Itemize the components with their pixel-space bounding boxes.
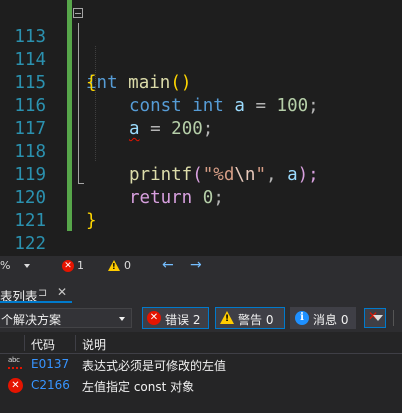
code-line[interactable]: 115 const int a = 100; bbox=[0, 49, 402, 116]
panel-tabstrip: 表列表 ⊐ ✕ bbox=[0, 276, 402, 306]
close-icon[interactable]: ✕ bbox=[57, 285, 67, 299]
scope-dropdown[interactable]: 个解决方案 bbox=[0, 308, 132, 328]
column-header-row: 代码 说明 bbox=[0, 332, 402, 354]
error-description: 表达式必须是可修改的左值 bbox=[82, 359, 227, 373]
collapse-icon[interactable] bbox=[73, 8, 83, 18]
error-count[interactable]: 1 bbox=[77, 259, 84, 272]
table-row[interactable]: abc E0137 表达式必须是可修改的左值 bbox=[0, 355, 402, 375]
code-line[interactable]: 122 bbox=[0, 210, 402, 254]
code-line[interactable]: 119 return 0; bbox=[0, 141, 402, 208]
spelling-abc-icon: abc bbox=[8, 356, 22, 371]
error-list-toolbar: 个解决方案 ✕ 错误 2 ! 警告 0 i 消息 0 ✕ bbox=[0, 306, 402, 332]
warning-count[interactable]: 0 bbox=[124, 259, 131, 272]
table-row[interactable]: ✕ C2166 左值指定 const 对象 bbox=[0, 376, 402, 396]
warnings-filter-button[interactable]: ! 警告 0 bbox=[215, 307, 285, 329]
code-line[interactable]: 118 printf("%d\n", a); bbox=[0, 118, 402, 185]
column-separator bbox=[75, 335, 76, 351]
error-icon: ✕ bbox=[8, 378, 23, 393]
column-separator bbox=[24, 335, 25, 351]
active-tab-indicator bbox=[0, 301, 72, 303]
column-header-description[interactable]: 说明 bbox=[82, 336, 106, 353]
error-icon[interactable]: ✕ bbox=[62, 260, 74, 272]
error-icon: ✕ bbox=[147, 311, 161, 325]
arrow-left-icon[interactable]: ← bbox=[162, 257, 174, 273]
error-description: 左值指定 const 对象 bbox=[82, 380, 195, 394]
editor-status-strip: % ✕ 1 ! 0 ← → bbox=[0, 256, 402, 276]
chevron-down-icon bbox=[24, 264, 30, 268]
tab-error-list[interactable]: 表列表 ⊐ ✕ bbox=[0, 283, 72, 304]
toolbar-separator bbox=[393, 310, 394, 326]
code-editor[interactable]: 113 int main() 114 { 115 const int a = 1… bbox=[0, 0, 402, 256]
code-line[interactable]: 114 { bbox=[0, 26, 402, 93]
chevron-down-icon bbox=[119, 317, 125, 321]
arrow-right-icon[interactable]: → bbox=[190, 257, 202, 273]
build-intellisense-filter-button[interactable]: ✕ bbox=[364, 308, 386, 328]
filter-icon bbox=[373, 315, 383, 321]
column-header-code[interactable]: 代码 bbox=[31, 336, 55, 353]
warning-icon[interactable]: ! bbox=[108, 260, 120, 271]
code-line[interactable]: 121 bbox=[0, 187, 402, 231]
info-icon: i bbox=[295, 311, 309, 325]
error-code-link[interactable]: E0137 bbox=[31, 357, 69, 371]
messages-filter-button[interactable]: i 消息 0 bbox=[290, 307, 356, 329]
code-line[interactable]: 113 int main() bbox=[0, 3, 402, 93]
warning-icon: ! bbox=[220, 311, 234, 324]
pin-icon[interactable]: ⊐ bbox=[38, 286, 47, 299]
error-list-panel: 表列表 ⊐ ✕ 个解决方案 ✕ 错误 2 ! 警告 0 i 消息 0 ✕ 代码 … bbox=[0, 276, 402, 413]
zoom-dropdown[interactable]: % bbox=[0, 259, 34, 273]
code-line[interactable]: 117 bbox=[0, 95, 402, 139]
line-number: 122 bbox=[14, 234, 46, 254]
code-line[interactable]: 120 } bbox=[0, 164, 402, 231]
code-line[interactable]: 116 a = 200; bbox=[0, 72, 402, 139]
errors-filter-button[interactable]: ✕ 错误 2 bbox=[142, 307, 209, 329]
error-code-link[interactable]: C2166 bbox=[31, 378, 70, 392]
